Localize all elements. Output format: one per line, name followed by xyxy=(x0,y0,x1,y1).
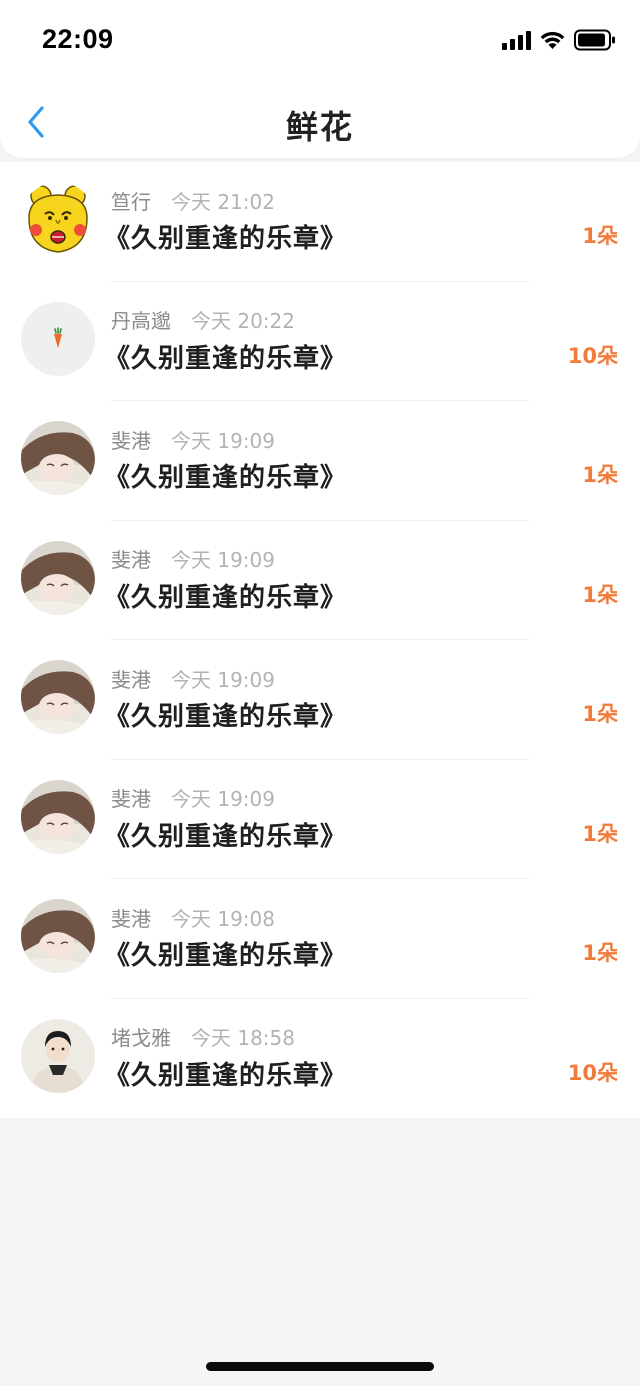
avatar xyxy=(21,182,95,256)
work-title[interactable]: 《久别重逢的乐章》 xyxy=(104,816,347,853)
cellular-signal-icon xyxy=(502,30,531,50)
avatar xyxy=(21,899,95,973)
page-title: 鲜花 xyxy=(285,108,354,146)
work-title[interactable]: 《久别重逢的乐章》 xyxy=(104,935,347,972)
list-item[interactable]: 笪行 今天 21:02 《久别重逢的乐章》 1朵 xyxy=(0,162,640,282)
work-title[interactable]: 《久别重逢的乐章》 xyxy=(104,1055,347,1092)
work-title[interactable]: 《久别重逢的乐章》 xyxy=(104,696,347,733)
work-title[interactable]: 《久别重逢的乐章》 xyxy=(104,577,347,614)
avatar xyxy=(21,1018,95,1093)
flower-count: 1朵 xyxy=(582,941,618,965)
item-meta: 斐港 今天 19:08 xyxy=(111,903,275,931)
user-name[interactable]: 笪行 xyxy=(111,186,151,215)
flower-count: 1朵 xyxy=(582,463,618,487)
list-item[interactable]: 斐港 今天 19:09 《久别重逢的乐章》 1朵 xyxy=(0,640,640,760)
list-item[interactable]: 斐港 今天 19:09 《久别重逢的乐章》 1朵 xyxy=(0,401,640,521)
item-meta: 堵戈雅 今天 18:58 xyxy=(111,1023,295,1051)
list-item[interactable]: 丹高邈 今天 20:22 《久别重逢的乐章》 10朵 xyxy=(0,282,640,401)
avatar xyxy=(21,540,95,615)
user-name[interactable]: 斐港 xyxy=(111,783,151,812)
avatar xyxy=(21,779,95,854)
item-meta: 斐港 今天 19:09 xyxy=(111,664,275,692)
yellow-meme-avatar-icon xyxy=(21,182,95,256)
user-name[interactable]: 斐港 xyxy=(111,664,151,693)
work-title[interactable]: 《久别重逢的乐章》 xyxy=(104,338,347,375)
timestamp: 今天 20:22 xyxy=(191,309,295,333)
status-bar: 22:09 xyxy=(0,0,640,80)
avatar xyxy=(21,421,95,495)
timestamp: 今天 19:08 xyxy=(171,906,275,931)
home-indicator[interactable] xyxy=(206,1362,434,1371)
girl-photo-avatar-icon xyxy=(21,540,95,615)
timestamp: 今天 18:58 xyxy=(191,1026,295,1050)
timestamp: 今天 19:09 xyxy=(171,428,275,453)
header: 22:09 鲜花 xyxy=(0,0,640,158)
battery-icon xyxy=(574,29,615,51)
girl-photo-avatar-icon xyxy=(21,421,95,495)
list-item[interactable]: 斐港 今天 19:09 《久别重逢的乐章》 1朵 xyxy=(0,760,640,879)
girl-photo-avatar-icon xyxy=(21,899,95,973)
item-meta: 斐港 今天 19:09 xyxy=(111,545,275,573)
list-item[interactable]: 堵戈雅 今天 18:58 《久别重逢的乐章》 10朵 xyxy=(0,999,640,1119)
girl-photo-avatar-icon xyxy=(21,779,95,854)
work-title[interactable]: 《久别重逢的乐章》 xyxy=(104,457,347,494)
timestamp: 今天 19:09 xyxy=(171,548,275,572)
work-title[interactable]: 《久别重逢的乐章》 xyxy=(104,218,347,255)
item-meta: 笪行 今天 21:02 xyxy=(111,186,275,214)
item-meta: 斐港 今天 19:09 xyxy=(111,784,275,812)
girl-photo-avatar-icon xyxy=(21,660,95,734)
flower-count: 1朵 xyxy=(582,224,618,248)
status-icons xyxy=(502,28,616,52)
flower-count: 10朵 xyxy=(567,343,618,368)
timestamp: 今天 19:09 xyxy=(171,787,275,811)
user-name[interactable]: 斐港 xyxy=(111,903,151,932)
user-name[interactable]: 斐港 xyxy=(111,425,151,454)
timestamp: 今天 19:09 xyxy=(171,667,275,692)
item-meta: 丹高邈 今天 20:22 xyxy=(111,306,295,334)
flower-count: 1朵 xyxy=(582,702,618,726)
timestamp: 今天 21:02 xyxy=(171,189,275,214)
avatar xyxy=(21,301,95,376)
child-photo-avatar-icon xyxy=(21,1018,95,1093)
status-time: 22:09 xyxy=(42,24,114,54)
list-item[interactable]: 斐港 今天 19:08 《久别重逢的乐章》 1朵 xyxy=(0,879,640,999)
avatar xyxy=(21,660,95,734)
list-item[interactable]: 斐港 今天 19:09 《久别重逢的乐章》 1朵 xyxy=(0,521,640,640)
flower-count: 10朵 xyxy=(567,1060,618,1085)
flower-count: 1朵 xyxy=(582,582,618,607)
wifi-icon xyxy=(540,31,565,49)
user-name[interactable]: 斐港 xyxy=(111,544,151,573)
flower-count: 1朵 xyxy=(582,821,618,846)
nav-bar: 鲜花 xyxy=(0,84,640,158)
user-name[interactable]: 堵戈雅 xyxy=(111,1022,171,1051)
flower-list: 笪行 今天 21:02 《久别重逢的乐章》 1朵 丹高邈 今天 20:22 《久… xyxy=(0,162,640,1118)
user-name[interactable]: 丹高邈 xyxy=(111,305,171,334)
carrot-avatar-icon xyxy=(21,301,95,376)
screen: 22:09 鲜花 笪行 今天 21:02 《久别重逢的乐章》 1朵 丹高邈 今天… xyxy=(0,0,640,1386)
item-meta: 斐港 今天 19:09 xyxy=(111,425,275,453)
